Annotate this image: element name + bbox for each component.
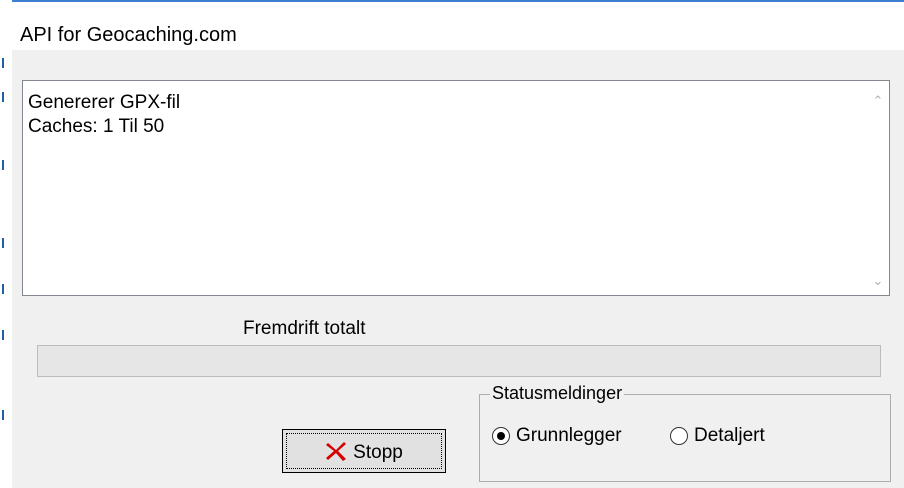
log-line: Caches: 1 Til 50 [28, 116, 165, 137]
log-lines: Genererer GPX-fil Caches: 1 Til 50 [28, 91, 180, 139]
radio-label: Grunnlegger [516, 425, 622, 446]
scroll-up-icon[interactable]: ⌃ [871, 94, 885, 108]
progress-bar [37, 345, 881, 377]
scroll-down-icon[interactable]: ⌄ [871, 274, 885, 288]
window-title: API for Geocaching.com [20, 24, 237, 46]
status-messages-group: Statusmeldinger Grunnlegger Detaljert [479, 383, 891, 482]
title-bar[interactable]: API for Geocaching.com [12, 2, 904, 50]
dialog-window: API for Geocaching.com Genererer GPX-fil… [12, 0, 904, 488]
radio-circle[interactable] [670, 427, 688, 445]
progress-label: Fremdrift totalt [243, 318, 366, 339]
background-text-fragment [2, 58, 4, 68]
vertical-scrollbar[interactable]: ⌃ ⌄ [868, 82, 888, 294]
background-text-fragment [2, 284, 4, 294]
group-legend: Statusmeldinger [490, 383, 625, 404]
stop-button[interactable]: Stopp [282, 429, 446, 473]
stop-button-label: Stopp [353, 442, 403, 463]
radio-circle[interactable] [492, 427, 510, 445]
radio-grunnlegger[interactable]: Grunnlegger [492, 425, 622, 447]
background-text-fragment [2, 160, 4, 170]
log-line: Genererer GPX-fil [28, 92, 181, 113]
radio-label: Detaljert [694, 425, 765, 446]
red-x-icon [325, 441, 347, 461]
background-text-fragment [2, 238, 4, 248]
status-log-textbox[interactable]: Genererer GPX-fil Caches: 1 Til 50 ⌃ ⌄ [22, 80, 890, 296]
background-text-fragment [2, 410, 4, 420]
background-text-fragment [2, 92, 4, 102]
background-text-fragment [2, 330, 4, 340]
radio-detaljert[interactable]: Detaljert [670, 425, 765, 447]
